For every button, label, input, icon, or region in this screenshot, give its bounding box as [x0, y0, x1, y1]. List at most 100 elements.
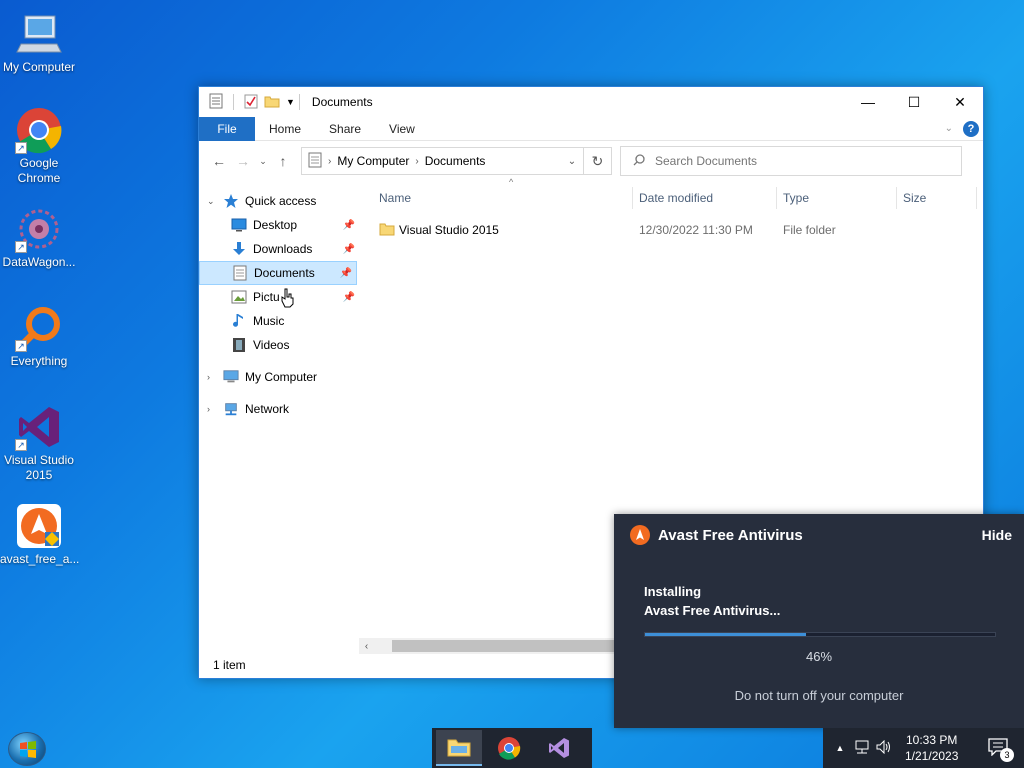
file-type: File folder	[783, 223, 836, 237]
up-button[interactable]: ↑	[271, 153, 295, 169]
clock[interactable]: 10:33 PM 1/21/2023	[905, 732, 958, 764]
pin-icon[interactable]: 📌	[340, 268, 352, 279]
column-name[interactable]: Name	[373, 187, 633, 209]
breadcrumb-chevron-icon[interactable]: ›	[328, 156, 331, 167]
install-status-line1: Installing	[644, 584, 702, 599]
column-type[interactable]: Type	[777, 187, 897, 209]
desktop-icon-visual-studio[interactable]: ↗ Visual Studio 2015	[0, 403, 78, 483]
address-bar[interactable]: › My Computer › Documents ⌄	[301, 147, 584, 175]
breadcrumb-my-computer[interactable]: My Computer	[337, 154, 409, 168]
divider	[233, 94, 234, 110]
close-button[interactable]: ✕	[937, 87, 983, 117]
shortcut-arrow-icon: ↗	[15, 142, 27, 154]
refresh-button[interactable]: ↻	[584, 147, 612, 175]
tab-file[interactable]: File	[199, 116, 255, 141]
everything-icon: ↗	[15, 304, 63, 352]
pin-icon[interactable]: 📌	[343, 220, 355, 231]
network-icon[interactable]	[851, 740, 873, 757]
properties-icon[interactable]	[209, 93, 223, 112]
start-button[interactable]	[8, 732, 46, 766]
action-center-button[interactable]: 3	[988, 738, 1014, 762]
checkmark-icon[interactable]	[244, 93, 258, 112]
nav-desktop[interactable]: Desktop 📌	[199, 213, 359, 237]
title-bar: ▼ Documents — ☐ ✕	[199, 87, 983, 117]
nav-pictures[interactable]: Pictu 📌	[199, 285, 359, 309]
breadcrumb-documents[interactable]: Documents	[425, 154, 486, 168]
desktop-icon	[231, 217, 247, 233]
nav-label: Downloads	[253, 242, 313, 256]
desktop-icon-datawagon[interactable]: ↗ DataWagon...	[0, 205, 78, 270]
tab-share[interactable]: Share	[315, 122, 375, 136]
show-hidden-icons-icon[interactable]: ▲	[829, 743, 851, 753]
clock-date: 1/21/2023	[905, 749, 959, 763]
customize-quick-access-icon[interactable]: ▼	[286, 97, 295, 107]
navigation-bar: ← → ⌄ ↑ › My Computer › Documents ⌄ ↻	[199, 141, 983, 181]
horizontal-scrollbar[interactable]: ‹	[359, 638, 629, 654]
address-dropdown-icon[interactable]: ⌄	[561, 156, 583, 167]
nav-network[interactable]: › Network	[199, 397, 359, 421]
table-row[interactable]: Visual Studio 2015 12/30/2022 11:30 PM F…	[373, 219, 983, 241]
nav-my-computer[interactable]: › My Computer	[199, 365, 359, 389]
maximize-button[interactable]: ☐	[891, 87, 937, 117]
tab-home[interactable]: Home	[255, 122, 315, 136]
navigation-pane: ⌄ Quick access Desktop 📌 Downloads 📌 Doc…	[199, 181, 359, 656]
pin-icon[interactable]: 📌	[343, 292, 355, 303]
recent-locations-button[interactable]: ⌄	[255, 156, 271, 167]
desktop-icon-avast-installer[interactable]: avast_free_a...	[0, 502, 79, 567]
nav-label: Network	[245, 402, 290, 416]
collapse-chevron-icon[interactable]: ⌄	[207, 196, 219, 207]
nav-label: Desktop	[253, 218, 298, 232]
download-arrow-icon	[231, 241, 247, 257]
progress-percent: 46%	[805, 649, 833, 664]
volume-icon[interactable]	[873, 739, 895, 757]
scroll-left-icon[interactable]: ‹	[359, 641, 374, 652]
expand-chevron-icon[interactable]: ›	[207, 404, 219, 414]
clock-time: 10:33 PM	[906, 733, 958, 747]
taskbar-apps	[432, 728, 592, 768]
avast-app-name: Avast Free Antivirus	[658, 526, 803, 544]
pin-icon[interactable]: 📌	[343, 244, 355, 255]
breadcrumb-chevron-icon[interactable]: ›	[415, 156, 418, 167]
column-headers: ^ Name Date modified Type Size	[373, 177, 983, 213]
taskbar: ▲ 10:33 PM 1/21/2023 3	[0, 728, 1024, 768]
forward-button[interactable]: →	[231, 153, 255, 169]
music-note-icon	[231, 313, 247, 329]
search-box[interactable]	[620, 146, 962, 176]
expand-chevron-icon[interactable]: ›	[207, 372, 219, 382]
shortcut-arrow-icon: ↗	[15, 439, 27, 451]
search-input[interactable]	[655, 154, 935, 168]
tab-view[interactable]: View	[375, 122, 429, 136]
nav-quick-access[interactable]: ⌄ Quick access	[199, 189, 359, 213]
nav-videos[interactable]: Videos	[199, 333, 359, 357]
back-button[interactable]: ←	[207, 153, 231, 169]
column-date-modified[interactable]: Date modified	[633, 187, 777, 209]
shortcut-arrow-icon: ↗	[15, 241, 27, 253]
scrollbar-thumb[interactable]	[392, 640, 629, 652]
nav-music[interactable]: Music	[199, 309, 359, 333]
star-icon	[223, 193, 239, 209]
nav-documents[interactable]: Documents 📌	[199, 261, 357, 285]
nav-label: Pictu	[253, 290, 280, 304]
divider	[298, 94, 300, 110]
hide-button[interactable]: Hide	[982, 527, 1012, 543]
column-size[interactable]: Size	[897, 187, 977, 209]
minimize-button[interactable]: —	[845, 87, 891, 117]
new-folder-icon[interactable]	[264, 94, 280, 111]
taskbar-visual-studio[interactable]	[536, 730, 582, 766]
nav-label: Music	[253, 314, 285, 328]
network-icon	[223, 401, 239, 417]
avast-logo-icon	[630, 525, 650, 545]
visual-studio-icon	[549, 738, 569, 758]
help-icon[interactable]: ?	[963, 120, 979, 137]
desktop-icon-my-computer[interactable]: My Computer	[0, 10, 78, 75]
taskbar-chrome[interactable]	[486, 730, 532, 766]
desktop-icon-everything[interactable]: ↗ Everything	[0, 304, 78, 369]
nav-label: My Computer	[245, 370, 318, 384]
file-explorer-icon	[447, 739, 471, 757]
nav-downloads[interactable]: Downloads 📌	[199, 237, 359, 261]
expand-ribbon-icon[interactable]: ⌄	[945, 123, 953, 134]
taskbar-file-explorer[interactable]	[436, 730, 482, 766]
ribbon-tabs: File Home Share View ⌄ ?	[199, 116, 983, 141]
desktop-icon-google-chrome[interactable]: ↗ Google Chrome	[0, 106, 78, 186]
notification-count-badge: 3	[1000, 748, 1014, 762]
